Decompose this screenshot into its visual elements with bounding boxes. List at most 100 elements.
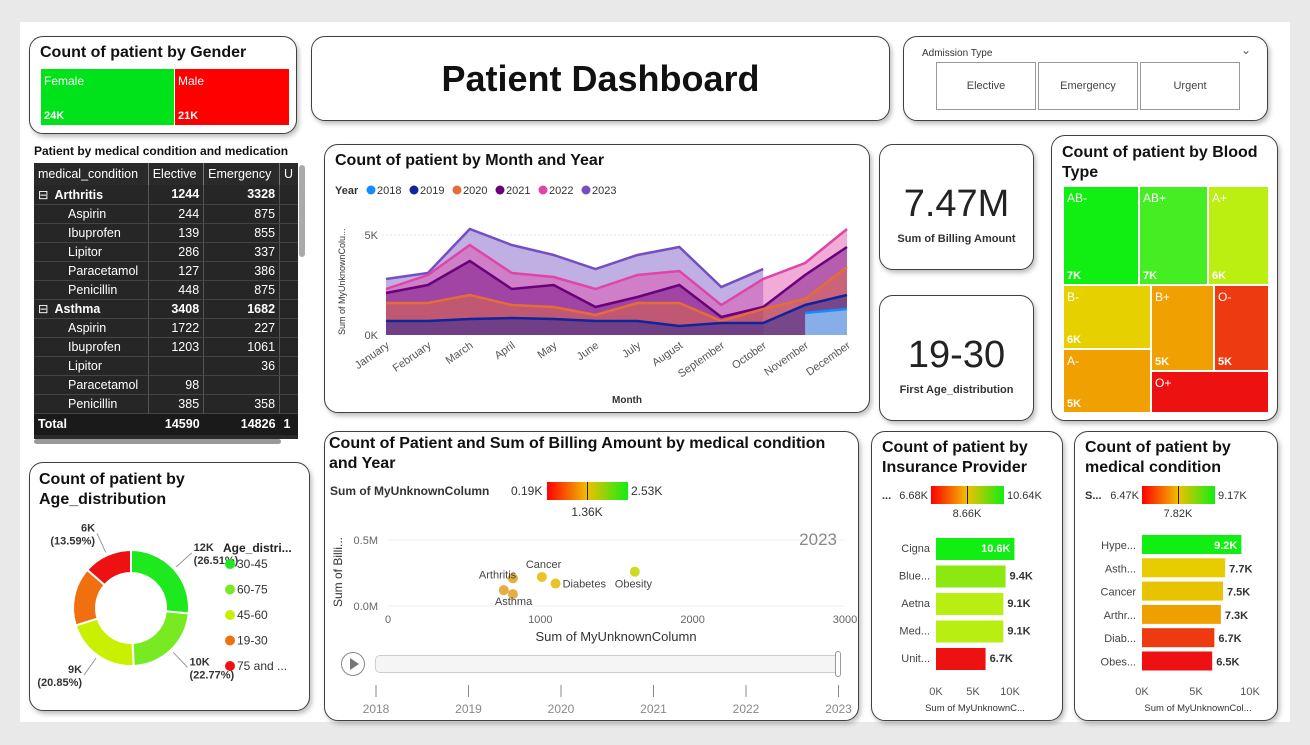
legend-marker[interactable] xyxy=(366,185,376,195)
matrix-row[interactable]: Penicillin 448 875 xyxy=(34,280,298,300)
matrix-row[interactable]: Lipitor 286 337 xyxy=(34,242,298,262)
x-tick-label: 5K xyxy=(966,686,980,698)
timeline-year-label[interactable]: 2020 xyxy=(548,702,575,716)
collapse-icon[interactable]: ⊟ xyxy=(38,302,48,316)
donut-legend-label[interactable]: 45-60 xyxy=(237,608,268,622)
month-legend-label[interactable]: 2022 xyxy=(549,185,573,197)
matrix-header-elective[interactable]: Elective xyxy=(148,163,205,185)
donut-legend-label[interactable]: 19-30 xyxy=(237,634,268,648)
timeline-year-label[interactable]: 2022 xyxy=(733,702,760,716)
scatter-point[interactable] xyxy=(498,585,509,596)
male-tile[interactable]: Male 21K xyxy=(175,69,289,125)
matrix-cell-emergency: 3328 xyxy=(203,185,281,205)
matrix-header-row: medical_condition Elective Emergency U xyxy=(34,163,298,185)
matrix-row[interactable]: Paracetamol 127 386 xyxy=(34,261,298,281)
bar[interactable] xyxy=(1142,628,1215,648)
bar-category-label: Unit... xyxy=(901,653,930,665)
chevron-down-icon[interactable]: ⌄ xyxy=(1241,43,1251,57)
play-button[interactable] xyxy=(341,652,365,676)
matrix-header-urgent[interactable]: U xyxy=(280,163,298,185)
donut-legend-label[interactable]: 60-75 xyxy=(237,583,268,597)
female-tile[interactable]: Female 24K xyxy=(41,69,174,125)
matrix-cell-elective: 1203 xyxy=(148,337,205,357)
treemap-cell-apos[interactable]: A+ 6K xyxy=(1208,186,1269,285)
timeline-handle[interactable] xyxy=(835,651,841,677)
scatter-point-label: Cancer xyxy=(526,559,562,571)
legend-marker[interactable] xyxy=(581,185,591,195)
treemap-cell-aneg[interactable]: A- 5K xyxy=(1063,349,1151,413)
donut-pct-label: (13.59%) xyxy=(50,535,95,547)
bar[interactable] xyxy=(936,648,986,670)
bar[interactable] xyxy=(936,620,1004,643)
matrix-row[interactable]: Paracetamol 98 xyxy=(34,375,298,395)
month-legend-label[interactable]: 2018 xyxy=(377,185,401,197)
admission-slicer: Admission Type ⌄ Elective Emergency Urge… xyxy=(903,36,1268,121)
matrix-group-row[interactable]: ⊟ Asthma 3408 1682 xyxy=(34,299,298,319)
bar-value-label: 9.4K xyxy=(1010,571,1033,583)
timeline-year-label[interactable]: 2019 xyxy=(455,702,482,716)
slicer-option-elective[interactable]: Elective xyxy=(936,62,1036,110)
legend-marker[interactable] xyxy=(225,584,235,595)
scatter-point[interactable] xyxy=(536,571,547,582)
legend-marker[interactable] xyxy=(225,559,235,569)
bar[interactable] xyxy=(1142,651,1213,671)
x-tick-label: 1000 xyxy=(528,614,552,626)
matrix-header-emergency[interactable]: Emergency xyxy=(203,163,281,185)
matrix-row[interactable]: Ibuprofen 139 855 xyxy=(34,223,298,243)
legend-marker[interactable] xyxy=(452,185,462,195)
legend-marker[interactable] xyxy=(409,185,419,195)
matrix-total-label: Total xyxy=(34,412,149,435)
donut-legend-label[interactable]: 75 and ... xyxy=(237,659,287,673)
matrix-horizontal-scrollbar[interactable] xyxy=(34,439,281,444)
gradient-max-label: 10.64K xyxy=(1007,490,1043,502)
bar[interactable] xyxy=(1142,558,1226,578)
scatter-point[interactable] xyxy=(550,578,561,589)
month-legend-label[interactable]: 2021 xyxy=(506,185,530,197)
gradient-legend-title: ... xyxy=(882,490,891,502)
collapse-icon[interactable]: ⊟ xyxy=(38,188,48,202)
treemap-cell-opos[interactable]: O+ xyxy=(1151,371,1269,413)
legend-marker[interactable] xyxy=(538,185,548,195)
bar[interactable] xyxy=(1142,581,1223,601)
matrix-row[interactable]: Penicillin 385 358 xyxy=(34,394,298,414)
matrix-group-row[interactable]: ⊟ Arthritis 1244 3328 xyxy=(34,185,298,205)
bar[interactable] xyxy=(936,593,1004,615)
matrix-row[interactable]: Lipitor 36 xyxy=(34,356,298,376)
month-legend-label[interactable]: 2019 xyxy=(420,185,444,197)
matrix-row[interactable]: Aspirin 244 875 xyxy=(34,204,298,224)
treemap-cell-bneg[interactable]: B- 6K xyxy=(1063,285,1151,349)
legend-marker[interactable] xyxy=(495,185,505,195)
treemap-cell-bpos[interactable]: B+ 5K xyxy=(1151,285,1214,371)
timeline-year-label[interactable]: 2018 xyxy=(363,702,390,716)
donut-slice-30-45[interactable] xyxy=(130,548,190,615)
donut-slice-60-75[interactable] xyxy=(131,610,190,667)
timeline-track[interactable] xyxy=(375,655,841,673)
matrix-cell-emergency: 875 xyxy=(203,280,281,300)
matrix-vertical-scrollbar[interactable] xyxy=(299,165,305,257)
x-tick-label: 2000 xyxy=(680,614,704,626)
bar[interactable] xyxy=(1142,604,1221,624)
legend-marker[interactable] xyxy=(225,635,235,646)
month-legend-label[interactable]: 2020 xyxy=(463,185,487,197)
matrix-header-condition[interactable]: medical_condition xyxy=(34,163,149,185)
bar-category-label: Cancer xyxy=(1101,587,1137,599)
timeline-year-label[interactable]: 2021 xyxy=(640,702,667,716)
matrix-row[interactable]: Aspirin 1722 227 xyxy=(34,318,298,338)
slicer-option-urgent[interactable]: Urgent xyxy=(1140,62,1240,110)
donut-slice-45-60[interactable] xyxy=(74,617,135,667)
legend-marker[interactable] xyxy=(225,610,235,620)
treemap-cell-oneg[interactable]: O- 5K xyxy=(1214,285,1269,371)
timeline-year-label[interactable]: 2023 xyxy=(825,702,852,716)
treemap-cell-abneg[interactable]: AB- 7K xyxy=(1063,186,1139,285)
bar[interactable] xyxy=(936,565,1006,588)
matrix-row[interactable]: Ibuprofen 1203 1061 xyxy=(34,337,298,357)
scatter-point[interactable] xyxy=(629,566,640,577)
month-year-chart: Year 2018 2019 2020 2021 2022 2023 5K 0K Sum of M… xyxy=(335,185,853,406)
legend-marker[interactable] xyxy=(225,661,235,671)
bar-value-label: 6.5K xyxy=(1216,657,1239,669)
treemap-cell-abpos[interactable]: AB+ 7K xyxy=(1139,186,1208,285)
gradient-mid-label: 1.36K xyxy=(571,505,602,519)
month-legend-label[interactable]: 2023 xyxy=(592,185,616,197)
donut-legend-label[interactable]: 30-45 xyxy=(237,557,268,571)
slicer-option-emergency[interactable]: Emergency xyxy=(1038,62,1138,110)
